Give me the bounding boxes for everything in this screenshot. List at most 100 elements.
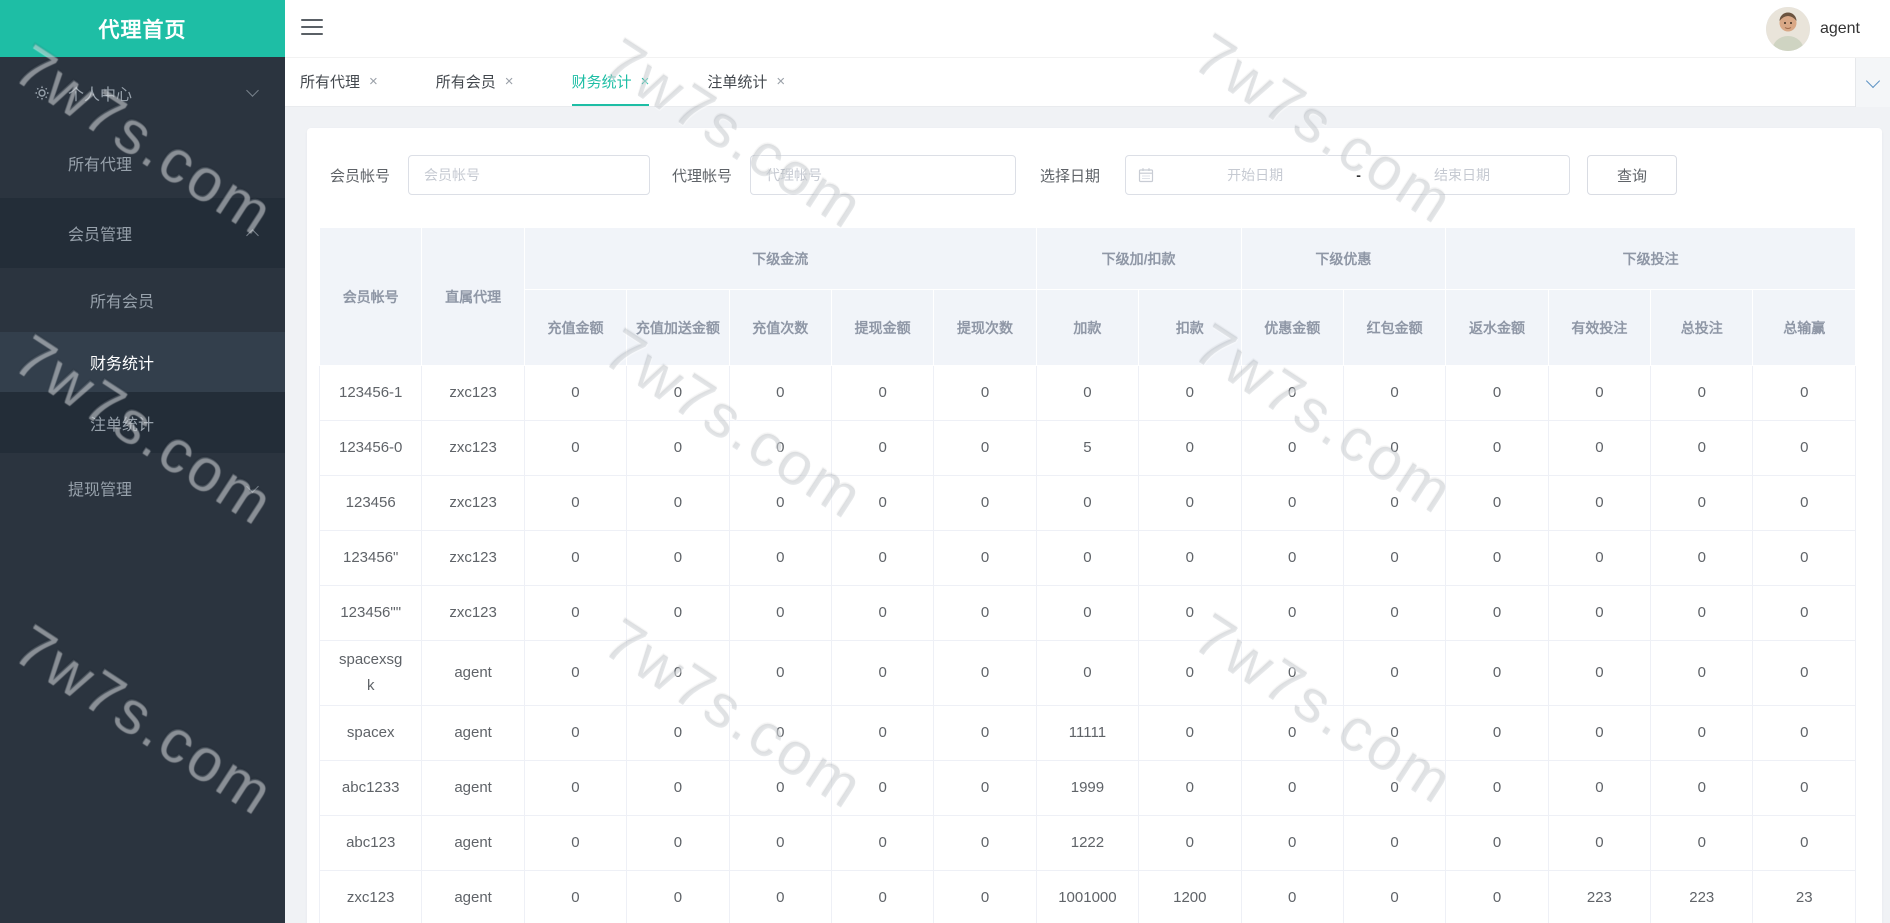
table-cell: 0 [1650, 475, 1754, 531]
table-cell: 0 [728, 705, 832, 761]
table-cell: 0 [1035, 365, 1140, 421]
table-cell: 0 [1035, 530, 1140, 586]
table-cell: 0 [933, 365, 1037, 421]
table-cell: 0 [1547, 530, 1652, 586]
table-cell: 0 [1035, 640, 1140, 706]
table-row: 123456 zxc123 0 0 0 0 0 0 0 0 0 0 0 0 0 [318, 475, 1856, 531]
table-cell: 0 [933, 420, 1037, 476]
table-cell: 0 [1650, 760, 1754, 816]
table-cell: 223 [1650, 870, 1754, 923]
agent-account-input[interactable] [750, 155, 1017, 195]
table-cell: 0 [1240, 705, 1344, 761]
tab-2[interactable]: 所有会员 × [436, 58, 514, 106]
table-cell: 0 [933, 585, 1037, 641]
sidebar-item-3[interactable]: 会员管理 [0, 198, 285, 268]
table-cell: 0 [830, 475, 935, 531]
table-cell: 0 [626, 530, 730, 586]
table-cell: 0 [830, 530, 935, 586]
table-cell: 0 [1752, 585, 1856, 641]
table-cell: 123456-1 [318, 365, 423, 421]
user-box[interactable]: agent [1765, 0, 1860, 57]
tab-label: 注单统计 [707, 73, 768, 91]
table-cell: 0 [1138, 475, 1242, 531]
table-cell: 0 [1240, 815, 1344, 871]
chevron-up-icon [246, 228, 259, 242]
table-cell: zxc123 [421, 365, 525, 421]
column-header: 红包金额 [1342, 289, 1447, 366]
hamburger-icon[interactable] [301, 19, 323, 37]
table-cell: 0 [523, 530, 628, 586]
table-row: zxc123 agent 0 0 0 0 0 1001000 1200 0 0 0 223 223 23 [318, 870, 1856, 923]
column-header: 有效投注 [1547, 289, 1652, 366]
chevron-down-icon [246, 479, 259, 493]
table-cell: 0 [1138, 530, 1242, 586]
table-cell: 0 [1752, 420, 1856, 476]
date-range-picker[interactable]: - [1125, 155, 1571, 195]
sidebar-item-6[interactable]: 注单统计 [0, 392, 285, 453]
table-cell: spacex [318, 705, 423, 761]
sidebar-item-1[interactable]: 个人中心 [0, 57, 285, 128]
close-icon[interactable]: × [505, 73, 514, 90]
table-cell: 0 [1035, 475, 1140, 531]
sidebar-item-4[interactable]: 所有会员 [0, 268, 285, 332]
table-cell: 0 [1445, 815, 1549, 871]
column-header: 会员帐号 [318, 227, 423, 366]
end-date-input[interactable] [1366, 167, 1558, 183]
table-cell: 0 [1547, 420, 1652, 476]
close-icon[interactable]: × [776, 73, 785, 90]
sidebar-item-label: 个人中心 [68, 86, 133, 104]
table-cell: 0 [830, 870, 935, 923]
table-cell: 0 [1240, 760, 1344, 816]
sidebar-item-7[interactable]: 提现管理 [0, 453, 285, 523]
column-header: 加款 [1035, 289, 1140, 366]
table-cell: 0 [523, 585, 628, 641]
agent-account-label: 代理帐号 [672, 167, 733, 185]
tab-overflow-button[interactable] [1855, 58, 1890, 107]
table-cell: 0 [523, 640, 628, 706]
column-header: 充值次数 [728, 289, 832, 366]
table-cell: 0 [1138, 760, 1242, 816]
table-cell: 0 [1240, 585, 1344, 641]
tab-4[interactable]: 注单统计 × [707, 58, 785, 106]
table-cell: 0 [933, 760, 1037, 816]
table-cell: 0 [830, 760, 935, 816]
tab-1[interactable]: 所有代理 × [300, 58, 378, 106]
sidebar-item-5[interactable]: 财务统计 [0, 332, 285, 392]
table-cell: zxc123 [421, 420, 525, 476]
query-button[interactable]: 查询 [1587, 155, 1678, 195]
start-date-input[interactable] [1160, 167, 1351, 183]
avatar-image [1765, 6, 1810, 51]
table-cell: 0 [626, 815, 730, 871]
table-cell: 1999 [1035, 760, 1140, 816]
table-cell: 0 [523, 475, 628, 531]
table-cell: abc123 [318, 815, 423, 871]
table-cell: 0 [1547, 760, 1652, 816]
table-cell: 0 [830, 365, 935, 421]
table-cell: 0 [1342, 870, 1447, 923]
column-header: 优惠金额 [1240, 289, 1344, 366]
table-row: 123456" zxc123 0 0 0 0 0 0 0 0 0 0 0 0 0 [318, 530, 1856, 586]
table-cell: 0 [1342, 760, 1447, 816]
table-cell: 0 [830, 585, 935, 641]
member-account-input[interactable] [408, 155, 651, 195]
close-icon[interactable]: × [369, 73, 378, 90]
table-cell: 0 [1240, 530, 1344, 586]
table-cell: 0 [1445, 530, 1549, 586]
filter-bar: 会员帐号 代理帐号 选择日期 - 查询 [307, 155, 1882, 195]
table-cell: 0 [1445, 475, 1549, 531]
chevron-down-icon [246, 84, 259, 97]
sidebar-item-2[interactable]: 所有代理 [0, 128, 285, 198]
table-row: abc1233 agent 0 0 0 0 0 1999 0 0 0 0 0 0 0 [318, 760, 1856, 816]
close-icon[interactable]: × [641, 73, 650, 90]
table-cell: 0 [1342, 815, 1447, 871]
table-cell: 123456-0 [318, 420, 423, 476]
table-cell: 0 [626, 365, 730, 421]
tab-3[interactable]: 财务统计 × [571, 58, 650, 106]
table-cell: 0 [728, 815, 832, 871]
table-cell: 0 [1650, 420, 1754, 476]
table-cell: 0 [1547, 585, 1652, 641]
sidebar-item-label: 所有代理 [68, 157, 133, 174]
table-cell: agent [421, 815, 525, 871]
avatar[interactable] [1765, 6, 1810, 51]
table-cell: zxc123 [318, 870, 423, 923]
